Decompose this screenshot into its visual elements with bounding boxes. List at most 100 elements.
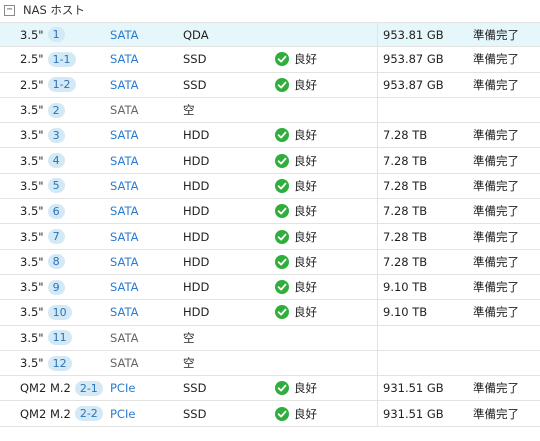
slot-cell: 3.5" 8 xyxy=(20,250,65,274)
health-status-text: 良好 xyxy=(294,204,317,219)
health-status: 良好 xyxy=(275,47,317,71)
health-status: 良好 xyxy=(275,401,317,425)
collapse-icon[interactable]: − xyxy=(4,4,15,16)
disk-type: HDD xyxy=(183,229,210,244)
slot-cell: QM2 M.2 2-2 xyxy=(20,401,103,425)
slot-type: 3.5" xyxy=(20,254,44,269)
interface-label[interactable]: SATA xyxy=(110,199,139,223)
slot-type: QM2 M.2 xyxy=(20,406,71,421)
disk-number-badge: 2 xyxy=(47,102,65,118)
slot-type: 3.5" xyxy=(20,204,44,219)
disk-state: 準備完了 xyxy=(473,204,519,219)
interface-label[interactable]: SATA xyxy=(110,73,139,97)
disk-state: 準備完了 xyxy=(473,381,519,396)
disk-type: HDD xyxy=(183,204,210,219)
column-divider xyxy=(377,72,378,97)
column-divider xyxy=(377,47,378,72)
table-row[interactable]: 2.5" 1-1 SATA SSD 良好 953.87 GB 準備完了 xyxy=(0,47,540,73)
interface-label[interactable]: PCIe xyxy=(110,401,135,425)
slot-type: 3.5" xyxy=(20,280,44,295)
capacity: 953.87 GB xyxy=(383,77,444,92)
disk-number-badge: 2-2 xyxy=(74,406,103,422)
check-circle-icon xyxy=(275,229,289,244)
disk-state: 準備完了 xyxy=(473,254,519,269)
disk-number-badge: 6 xyxy=(47,203,65,219)
slot-type: 2.5" xyxy=(20,52,44,67)
interface-label[interactable]: SATA xyxy=(110,123,139,147)
slot-type: 3.5" xyxy=(20,178,44,193)
table-row[interactable]: 3.5" 5 SATA HDD 良好 7.28 TB 準備完了 xyxy=(0,173,540,200)
health-status: 良好 xyxy=(275,275,317,299)
slot-type: QM2 M.2 xyxy=(20,381,71,396)
interface-label[interactable]: PCIe xyxy=(110,376,135,400)
slot-cell: QM2 M.2 2-1 xyxy=(20,376,103,400)
nas-host-group-header[interactable]: − NAS ホスト xyxy=(0,0,540,20)
disk-number-badge: 12 xyxy=(47,355,72,371)
table-row[interactable]: 3.5" 2 SATA 空 xyxy=(0,97,540,124)
slot-cell: 3.5" 7 xyxy=(20,224,65,248)
column-divider xyxy=(377,300,378,325)
table-row[interactable]: 3.5" 11 SATA 空 xyxy=(0,325,540,351)
table-row[interactable]: 3.5" 10 SATA HDD 良好 9.10 TB 準備完了 xyxy=(0,300,540,326)
column-divider xyxy=(377,350,378,376)
table-row[interactable]: 3.5" 9 SATA HDD 良好 9.10 TB 準備完了 xyxy=(0,274,540,301)
table-row[interactable]: 3.5" 6 SATA HDD 良好 7.28 TB 準備完了 xyxy=(0,199,540,225)
table-row[interactable]: 3.5" 3 SATA HDD 良好 7.28 TB 準備完了 xyxy=(0,123,540,149)
disk-type: HDD xyxy=(183,254,210,269)
capacity: 9.10 TB xyxy=(383,280,428,295)
table-row[interactable]: 3.5" 4 SATA HDD 良好 7.28 TB 準備完了 xyxy=(0,148,540,174)
capacity: 9.10 TB xyxy=(383,305,428,320)
slot-cell: 3.5" 12 xyxy=(20,351,72,375)
disk-number-badge: 1 xyxy=(47,27,65,43)
disk-type: 空 xyxy=(183,330,195,345)
disk-number-badge: 1-2 xyxy=(47,77,76,93)
health-status-text: 良好 xyxy=(294,280,317,295)
column-divider xyxy=(377,401,378,426)
interface-label[interactable]: SATA xyxy=(110,275,139,299)
interface-label[interactable]: SATA xyxy=(110,250,139,274)
interface-label[interactable]: SATA xyxy=(110,300,139,324)
table-row[interactable]: 3.5" 1 SATA QDA 953.81 GB 準備完了 xyxy=(0,22,540,48)
capacity: 931.51 GB xyxy=(383,406,444,421)
health-status: 良好 xyxy=(275,148,317,172)
slot-type: 3.5" xyxy=(20,153,44,168)
capacity: 7.28 TB xyxy=(383,204,428,219)
table-row[interactable]: QM2 M.2 2-2 PCIe SSD 良好 931.51 GB 準備完了 xyxy=(0,401,540,427)
disk-state: 準備完了 xyxy=(473,178,519,193)
disk-number-badge: 11 xyxy=(47,330,72,346)
disk-type: HDD xyxy=(183,178,210,193)
column-divider xyxy=(377,173,378,199)
disk-state: 準備完了 xyxy=(473,406,519,421)
disk-number-badge: 4 xyxy=(47,153,65,169)
interface-label[interactable]: SATA xyxy=(110,174,139,198)
health-status-text: 良好 xyxy=(294,52,317,67)
table-row[interactable]: 3.5" 7 SATA HDD 良好 7.28 TB 準備完了 xyxy=(0,224,540,250)
column-divider xyxy=(377,249,378,274)
slot-cell: 3.5" 10 xyxy=(20,300,72,324)
capacity: 953.87 GB xyxy=(383,52,444,67)
disk-type: 空 xyxy=(183,356,195,370)
disk-number-badge: 10 xyxy=(47,304,72,320)
disk-type: 空 xyxy=(183,103,195,118)
check-circle-icon xyxy=(275,280,289,295)
health-status: 良好 xyxy=(275,376,317,400)
table-row[interactable]: QM2 M.2 2-1 PCIe SSD 良好 931.51 GB 準備完了 xyxy=(0,376,540,402)
table-row[interactable]: 3.5" 12 SATA 空 xyxy=(0,350,540,377)
table-row[interactable]: 3.5" 8 SATA HDD 良好 7.28 TB 準備完了 xyxy=(0,249,540,275)
interface-label[interactable]: SATA xyxy=(110,47,139,71)
slot-cell: 2.5" 1-2 xyxy=(20,73,76,97)
check-circle-icon xyxy=(275,406,289,421)
interface-label[interactable]: SATA xyxy=(110,224,139,248)
table-row[interactable]: 2.5" 1-2 SATA SSD 良好 953.87 GB 準備完了 xyxy=(0,72,540,98)
disk-number-badge: 5 xyxy=(47,178,65,194)
disk-table: 3.5" 1 SATA QDA 953.81 GB 準備完了 2.5" 1-1 SATA SSD 良… xyxy=(0,22,540,427)
check-circle-icon xyxy=(275,52,289,67)
check-circle-icon xyxy=(275,305,289,320)
disk-state: 準備完了 xyxy=(473,128,519,143)
interface-label[interactable]: SATA xyxy=(110,148,139,172)
check-circle-icon xyxy=(275,153,289,168)
capacity: 7.28 TB xyxy=(383,128,428,143)
interface-label[interactable]: SATA xyxy=(110,23,139,46)
disk-type: HDD xyxy=(183,305,210,320)
disk-type: SSD xyxy=(183,77,207,92)
